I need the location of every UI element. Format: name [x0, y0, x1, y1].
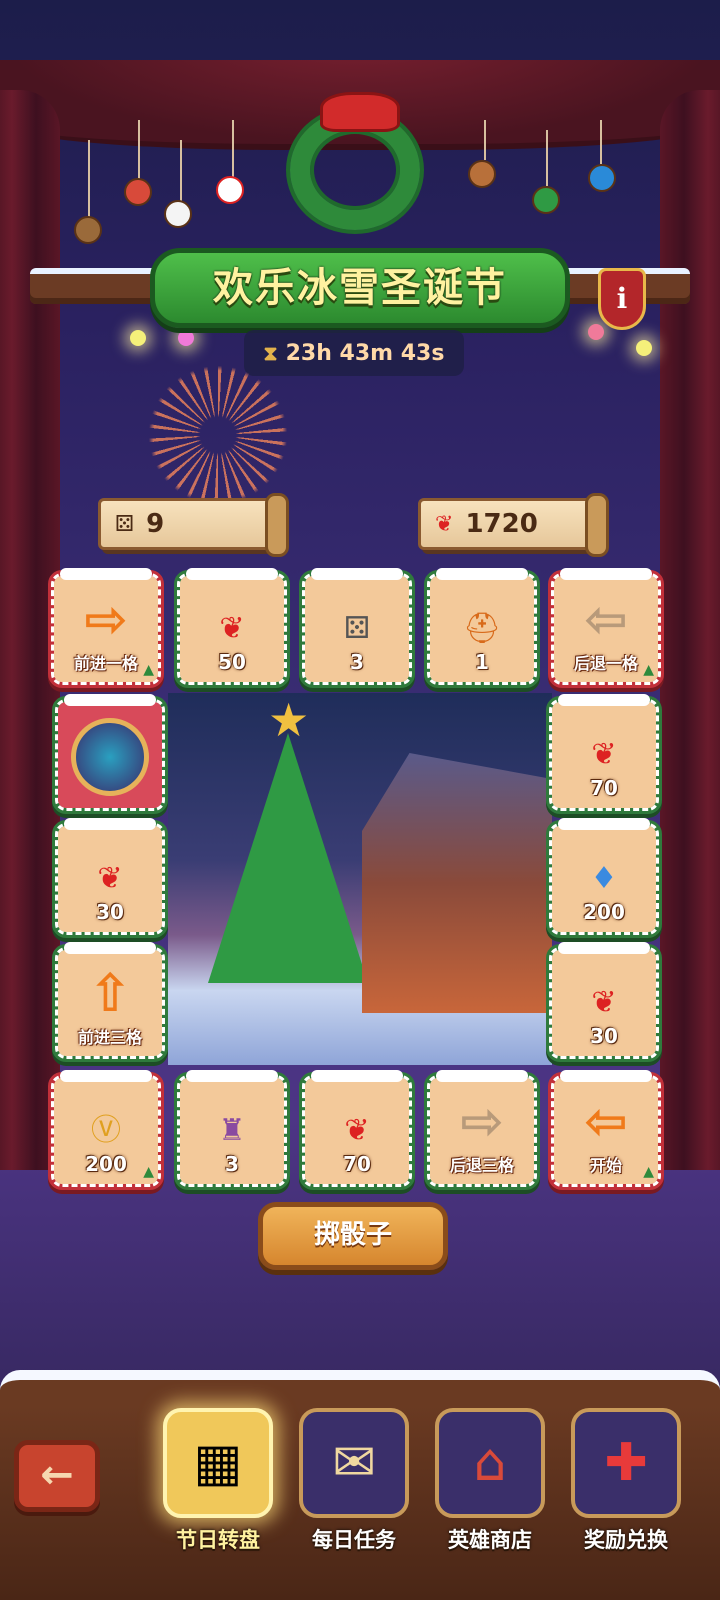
info-button[interactable]: i [598, 268, 646, 330]
gift-icon: ✚ [571, 1408, 681, 1518]
christmas-tree-icon [208, 733, 368, 983]
candy-cane-icon: ❦ [219, 611, 245, 646]
snowbank-decoration [0, 1370, 720, 1410]
loot-bag-icon: ♜ [218, 1113, 246, 1148]
dice-count: 9 [146, 509, 165, 539]
dice-icon: ⚄ [115, 511, 135, 537]
board-tile-top-1: ⇨ 前进一格 ▲ [48, 568, 164, 688]
nav-hero-shop[interactable]: ⌂ 英雄商店 [424, 1408, 556, 1578]
forward-arrow-icon: ⇨ [84, 590, 128, 650]
event-timer: ⧗ 23h 43m 43s [244, 330, 464, 376]
hero-helmet-icon: ⛑ [462, 611, 502, 646]
board-tile-top-3: ⚄ 3 [299, 568, 415, 688]
board-tile-top-4: ⛑ 1 [424, 568, 540, 688]
candy-cane-icon: ❦ [97, 861, 123, 896]
tree-mini-icon: ▲ [143, 1164, 154, 1180]
fairy-light [178, 330, 194, 346]
roll-dice-button[interactable]: 掷骰子 [258, 1202, 448, 1270]
candy-count: 1720 [465, 509, 538, 539]
nav-daily-tasks[interactable]: ✉ 每日任务 [288, 1408, 420, 1578]
board-tile-left-1 [52, 694, 168, 814]
board-tile-bottom-1: Ⓥ 200 ▲ [48, 1070, 164, 1190]
board-tile-right-2: ♦ 200 [546, 818, 662, 938]
event-title-banner: 欢乐冰雪圣诞节 [150, 248, 570, 328]
tree-mini-icon: ▲ [643, 662, 654, 678]
fairy-light [588, 324, 604, 340]
nav-reward-exchange[interactable]: ✚ 奖励兑换 [560, 1408, 692, 1578]
tree-ornament-icon [532, 186, 560, 214]
firework-decoration [148, 365, 288, 505]
fairy-light [636, 340, 652, 356]
christmas-scene-image: ★ [168, 693, 552, 1065]
board-tile-right-3: ❦ 30 [546, 942, 662, 1062]
event-title: 欢乐冰雪圣诞节 [213, 265, 507, 311]
timer-text: 23h 43m 43s [285, 340, 445, 366]
board-tile-bottom-2: ♜ 3 [174, 1070, 290, 1190]
tree-mini-icon: ▲ [643, 1164, 654, 1180]
candy-cane-ornament-icon [216, 176, 244, 204]
board-tile-bottom-3: ❦ 70 [299, 1070, 415, 1190]
dice-icon: ⚄ [343, 611, 371, 646]
candy-cane-icon: ❦ [344, 1113, 370, 1148]
board-tile-right-1: ❦ 70 [546, 694, 662, 814]
board-tile-left-3: ⇧ 前进三格 [52, 942, 168, 1062]
dice-counter: ⚄ 9 [98, 493, 289, 557]
v-coin-icon: Ⓥ [91, 1113, 121, 1148]
right-curtain [660, 90, 720, 1170]
gingerbread-ornament-icon [468, 160, 496, 188]
back-button[interactable]: ← [14, 1440, 100, 1512]
candy-cane-icon: ❦ [591, 737, 617, 772]
start-arrow-icon: ⇦ [584, 1092, 628, 1152]
snowy-house [362, 753, 552, 1013]
candy-counter: ❦ 1720 [418, 493, 609, 557]
santa-ornament-icon [164, 200, 192, 228]
bauble-ornament-icon [124, 178, 152, 206]
player-avatar [71, 718, 149, 796]
reindeer-ornament-icon [74, 216, 102, 244]
diamond-icon: ♦ [590, 861, 618, 896]
board-tile-start: ⇦ 开始 ▲ [548, 1070, 664, 1190]
bow-ornament-icon [588, 164, 616, 192]
nav-festival-board[interactable]: ▦ 节日转盘 [152, 1408, 284, 1578]
candy-cane-icon: ❦ [591, 985, 617, 1020]
board-tile-bottom-4: ⇨ 后退三格 [424, 1070, 540, 1190]
fairy-light [130, 330, 146, 346]
right-arrow-icon: ⇨ [460, 1092, 504, 1152]
board-game-icon: ▦ [163, 1408, 273, 1518]
tree-mini-icon: ▲ [143, 662, 154, 678]
hourglass-icon: ⧗ [263, 341, 278, 365]
board-tile-top-5: ⇦ 后退一格 ▲ [548, 568, 664, 688]
board-tile-top-2: ❦ 50 [174, 568, 290, 688]
shop-icon: ⌂ [435, 1408, 545, 1518]
board-tile-left-2: ❦ 30 [52, 818, 168, 938]
up-arrow-icon: ⇧ [88, 964, 132, 1024]
wreath-bow-icon [320, 92, 400, 132]
back-arrow-icon: ⇦ [584, 590, 628, 650]
candy-cane-icon: ❦ [435, 511, 454, 537]
scroll-icon: ✉ [299, 1408, 409, 1518]
